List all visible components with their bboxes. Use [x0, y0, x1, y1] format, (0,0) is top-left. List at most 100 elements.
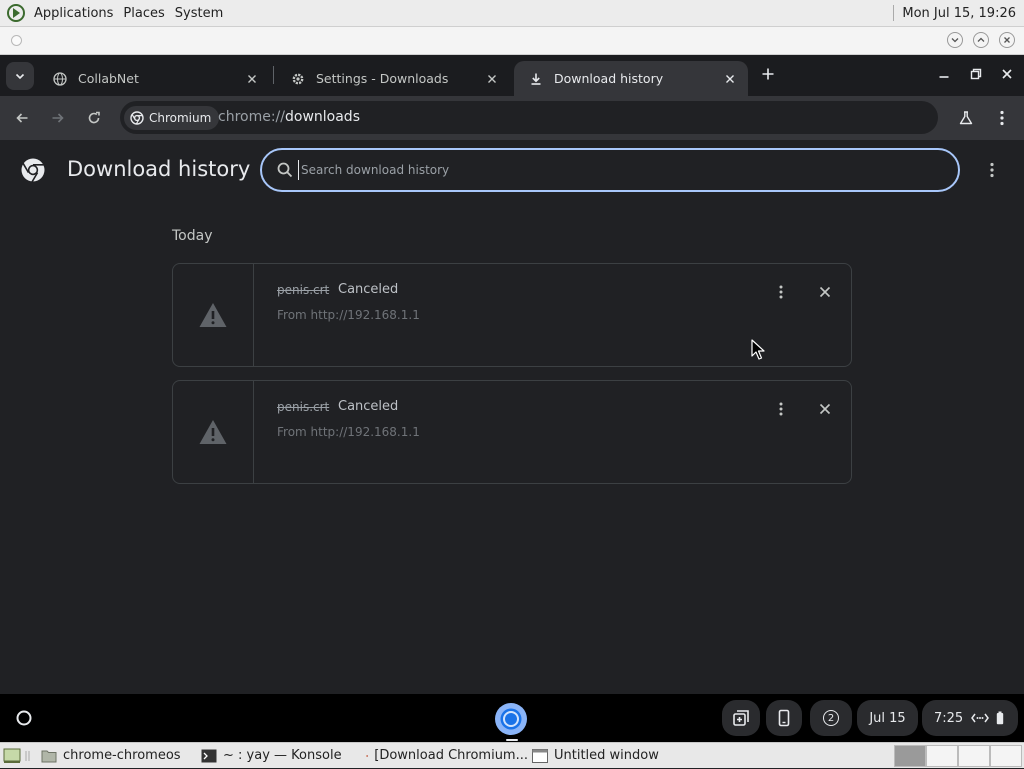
- host-minimize-button[interactable]: [947, 32, 963, 48]
- search-field[interactable]: [260, 148, 960, 192]
- status-area-button[interactable]: 7:25: [922, 700, 1018, 736]
- screenshot-icon: [733, 710, 749, 726]
- taskbar-item-label: [Download Chromium...: [374, 748, 528, 763]
- back-button[interactable]: [12, 108, 32, 128]
- workspace-4[interactable]: [990, 744, 1022, 767]
- workspace-3[interactable]: [958, 744, 990, 767]
- download-status: Canceled: [338, 282, 399, 297]
- taskbar-item-untitled-window[interactable]: Untitled window: [528, 743, 698, 769]
- download-source-url[interactable]: From http://192.168.1.1: [277, 308, 420, 322]
- restore-icon: [970, 68, 982, 80]
- url-host: downloads: [285, 109, 360, 125]
- remove-from-list-button[interactable]: [815, 282, 835, 302]
- taskbar-item-konsole[interactable]: ~ : yay — Konsole: [197, 743, 362, 769]
- distro-logo-icon[interactable]: [6, 3, 26, 23]
- host-menu-applications[interactable]: Applications: [34, 6, 113, 21]
- download-source-url[interactable]: From http://192.168.1.1: [277, 425, 420, 439]
- site-info-chip[interactable]: Chromium: [124, 106, 220, 130]
- close-window-button[interactable]: [997, 64, 1017, 84]
- tab-settings-downloads[interactable]: Settings - Downloads: [276, 61, 510, 96]
- plus-icon: [762, 68, 774, 80]
- close-tab-icon[interactable]: [722, 71, 738, 87]
- labs-button[interactable]: [956, 108, 976, 128]
- search-icon: [277, 162, 293, 178]
- minimize-button[interactable]: [934, 64, 954, 84]
- forward-button[interactable]: [48, 108, 68, 128]
- show-desktop-icon: [3, 748, 21, 763]
- taskbar-item-files[interactable]: chrome-chromeos: [37, 743, 197, 769]
- new-tab-button[interactable]: [758, 64, 778, 84]
- host-menu-places[interactable]: Places: [123, 6, 164, 21]
- screen-capture-button[interactable]: [722, 700, 760, 736]
- url-text[interactable]: chrome://downloads: [218, 109, 360, 125]
- workspace-1[interactable]: [894, 744, 926, 767]
- download-more-actions-button[interactable]: [771, 282, 791, 302]
- chromium-icon: [130, 111, 144, 125]
- host-window-titlebar: [0, 27, 1024, 55]
- running-app-indicator: [506, 739, 518, 741]
- host-top-panel: Applications Places System Mon Jul 15, 1…: [0, 0, 1024, 27]
- browser-menu-button[interactable]: [992, 108, 1012, 128]
- more-vertical-icon: [779, 402, 783, 416]
- download-item: penis.crt Canceled From http://192.168.1…: [172, 263, 852, 367]
- notification-center-button[interactable]: 2: [810, 700, 852, 736]
- tab-strip: CollabNet Settings - Downloads Download …: [0, 55, 1024, 96]
- download-item: penis.crt Canceled From http://192.168.1…: [172, 380, 852, 484]
- site-chip-label: Chromium: [149, 111, 212, 125]
- download-file-name[interactable]: penis.crt: [277, 283, 329, 297]
- download-status: Canceled: [338, 399, 399, 414]
- host-maximize-button[interactable]: [973, 32, 989, 48]
- downloads-page: Download history Today penis.crt Cancele…: [0, 140, 1024, 694]
- battery-icon: [997, 711, 1004, 725]
- show-desktop-button[interactable]: [0, 743, 37, 769]
- gear-icon: [290, 71, 306, 87]
- close-tab-icon[interactable]: [244, 71, 260, 87]
- tab-collabnet[interactable]: CollabNet: [38, 61, 270, 96]
- tab-search-button[interactable]: [6, 62, 34, 90]
- phone-hub-button[interactable]: [766, 700, 802, 736]
- ethernet-icon: [971, 713, 990, 723]
- restore-button[interactable]: [966, 64, 986, 84]
- phone-icon: [778, 709, 790, 727]
- download-file-name[interactable]: penis.crt: [277, 400, 329, 414]
- tab-download-history[interactable]: Download history: [514, 61, 748, 96]
- more-vertical-icon: [779, 285, 783, 299]
- taskbar-item-label: Untitled window: [554, 748, 659, 763]
- close-icon: [819, 286, 831, 298]
- launcher-circle-icon: [16, 710, 32, 726]
- host-menu-system[interactable]: System: [175, 6, 223, 21]
- folder-icon: [41, 750, 57, 762]
- page-title: Download history: [67, 157, 251, 181]
- download-more-actions-button[interactable]: [771, 399, 791, 419]
- arrow-right-icon: [52, 113, 64, 123]
- workspace-switcher: [894, 744, 1022, 767]
- firefox-icon: [366, 754, 368, 757]
- download-file-icon-area: [173, 264, 254, 366]
- shelf-date: Jul 15: [869, 710, 906, 726]
- close-tab-icon[interactable]: [484, 71, 500, 87]
- warning-icon: [199, 420, 227, 444]
- flask-icon: [959, 111, 973, 125]
- window-icon: [532, 748, 548, 763]
- host-taskbar: chrome-chromeos ~ : yay — Konsole [Downl…: [0, 742, 1024, 768]
- page-menu-button[interactable]: [982, 160, 1002, 180]
- host-close-button[interactable]: [999, 32, 1015, 48]
- reload-button[interactable]: [84, 108, 104, 128]
- tab-title: CollabNet: [78, 71, 139, 86]
- search-input[interactable]: [298, 160, 938, 180]
- chromium-logo-icon: [21, 158, 45, 183]
- chromeos-shelf: 2 Jul 15 7:25: [0, 694, 1024, 742]
- terminal-icon: [201, 749, 217, 762]
- chromium-app-icon[interactable]: [494, 702, 528, 736]
- minimize-icon: [939, 76, 949, 78]
- host-clock[interactable]: Mon Jul 15, 19:26: [902, 6, 1016, 21]
- tab-title: Settings - Downloads: [316, 71, 449, 86]
- workspace-2[interactable]: [926, 744, 958, 767]
- window-menu-icon[interactable]: [11, 35, 22, 46]
- launcher-button[interactable]: [8, 702, 40, 734]
- remove-from-list-button[interactable]: [815, 399, 835, 419]
- arrow-left-icon: [16, 113, 28, 123]
- taskbar-item-firefox[interactable]: [Download Chromium...: [362, 743, 528, 769]
- globe-icon: [52, 71, 68, 87]
- calendar-date-button[interactable]: Jul 15: [857, 700, 918, 736]
